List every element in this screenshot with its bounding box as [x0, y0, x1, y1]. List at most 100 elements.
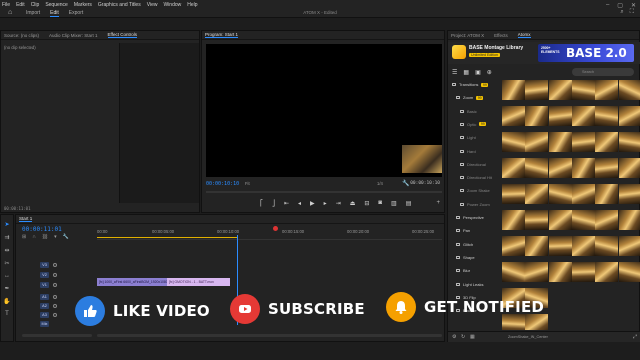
- menu-view[interactable]: View: [147, 2, 158, 8]
- tab-project[interactable]: Project: ATOM X: [451, 33, 484, 38]
- transition-thumbnail[interactable]: [571, 132, 595, 152]
- track-label[interactable]: V2: [40, 272, 49, 278]
- transition-thumbnail[interactable]: [618, 184, 640, 204]
- transition-thumbnail[interactable]: [502, 80, 525, 100]
- transition-thumbnail[interactable]: [595, 262, 619, 282]
- category-item[interactable]: Light Leaks: [456, 282, 483, 287]
- fit-select[interactable]: Fit: [245, 181, 250, 186]
- track-label[interactable]: A1: [40, 294, 49, 300]
- marker-icon[interactable]: ▾: [54, 234, 57, 240]
- menu-graphics[interactable]: Graphics and Titles: [98, 2, 141, 8]
- track-label[interactable]: A3: [40, 312, 49, 318]
- transition-thumbnail[interactable]: [595, 80, 619, 100]
- plugin-search-input[interactable]: Search: [572, 68, 634, 76]
- transition-thumbnail[interactable]: [618, 132, 640, 152]
- mark-in-icon[interactable]: ⎡: [260, 200, 263, 207]
- sequence-tab[interactable]: Start 1: [19, 216, 33, 222]
- track-label[interactable]: V1: [40, 282, 49, 288]
- mark-out-icon[interactable]: ⎦: [272, 200, 275, 207]
- bookmark-icon[interactable]: ▣: [475, 69, 481, 76]
- transition-thumbnail[interactable]: [525, 262, 549, 282]
- hand-tool-icon[interactable]: ✋: [3, 298, 10, 305]
- grid-toggle-icon[interactable]: ▦: [470, 334, 475, 340]
- transition-thumbnail[interactable]: [595, 106, 619, 126]
- category-item[interactable]: Shape: [456, 255, 475, 260]
- transition-thumbnail[interactable]: [571, 262, 595, 282]
- go-to-in-icon[interactable]: ⇤: [284, 200, 289, 207]
- category-item[interactable]: Optic 99: [460, 122, 487, 127]
- transition-thumbnail[interactable]: [548, 80, 572, 100]
- transition-thumbnail[interactable]: [571, 236, 595, 256]
- marker-dot[interactable]: [273, 226, 278, 231]
- clip-v2[interactable]: [fx] GMOTION - 1 - BATT.mov: [167, 278, 230, 286]
- pen-tool-icon[interactable]: ✒: [4, 285, 9, 292]
- category-item[interactable]: Directional: [460, 162, 486, 167]
- lift-icon[interactable]: ⏏: [350, 200, 356, 207]
- transition-thumbnail[interactable]: [548, 210, 572, 230]
- category-item[interactable]: Directional Hit: [460, 175, 492, 180]
- overlay-icon[interactable]: ▤: [406, 200, 412, 207]
- transition-thumbnail[interactable]: [502, 184, 525, 204]
- tab-source[interactable]: Source: (no clips): [4, 33, 39, 38]
- category-item[interactable]: Power Zoom: [460, 202, 490, 207]
- transition-thumbnail[interactable]: [548, 132, 572, 152]
- category-item[interactable]: Pan: [456, 228, 470, 233]
- transition-thumbnail[interactable]: [548, 106, 572, 126]
- selection-tool-icon[interactable]: ➤: [4, 221, 9, 228]
- quality-select[interactable]: 1/4: [377, 181, 383, 186]
- expand-icon[interactable]: ⤢: [633, 334, 637, 340]
- transition-thumbnail[interactable]: [595, 236, 619, 256]
- work-area-bar[interactable]: [97, 237, 237, 238]
- transition-thumbnail[interactable]: [618, 210, 640, 230]
- transition-thumbnail[interactable]: [548, 236, 572, 256]
- minimize-icon[interactable]: –: [606, 2, 609, 9]
- transition-thumbnail[interactable]: [618, 106, 640, 126]
- type-tool-icon[interactable]: T: [5, 311, 9, 317]
- track-zoom-bar[interactable]: [22, 334, 92, 337]
- fullscreen-icon[interactable]: ⛶: [630, 9, 634, 16]
- transition-thumbnail[interactable]: [502, 210, 525, 230]
- menu-edit[interactable]: Edit: [16, 2, 25, 8]
- track-label[interactable]: A2: [40, 303, 49, 309]
- menu-markers[interactable]: Markers: [74, 2, 92, 8]
- transition-thumbnail[interactable]: [525, 158, 549, 178]
- category-item[interactable]: Hard: [460, 149, 476, 154]
- snap-icon[interactable]: ∩: [32, 234, 36, 240]
- menu-help[interactable]: Help: [187, 2, 197, 8]
- category-item[interactable]: Zoom Shake: [460, 188, 490, 193]
- eye-icon[interactable]: [53, 283, 57, 287]
- tab-effect-controls[interactable]: Effect Controls: [107, 32, 137, 38]
- settings-icon[interactable]: 🔧: [63, 234, 69, 240]
- clip-v1[interactable]: [fx] 1000_aFirst 6600_aFirstBGM_1920x108…: [97, 278, 167, 286]
- slip-tool-icon[interactable]: ↔: [4, 273, 10, 279]
- transition-thumbnail[interactable]: [618, 236, 640, 256]
- transition-thumbnail[interactable]: [571, 210, 595, 230]
- nest-icon[interactable]: ⊞: [22, 234, 26, 240]
- transition-thumbnail[interactable]: [525, 236, 549, 256]
- transition-thumbnail[interactable]: [595, 132, 619, 152]
- step-back-icon[interactable]: ◂: [298, 200, 301, 207]
- razor-tool-icon[interactable]: ✂: [4, 260, 9, 267]
- track-select-icon[interactable]: ⇉: [4, 234, 9, 241]
- transition-thumbnail[interactable]: [502, 262, 525, 282]
- transition-thumbnail[interactable]: [571, 158, 595, 178]
- mic-icon[interactable]: [53, 313, 57, 317]
- ripple-edit-icon[interactable]: ⇹: [4, 247, 9, 254]
- transition-thumbnail[interactable]: [525, 184, 549, 204]
- transition-thumbnail[interactable]: [502, 158, 525, 178]
- transition-thumbnail[interactable]: [502, 236, 525, 256]
- mic-icon[interactable]: [53, 304, 57, 308]
- refresh-icon[interactable]: ↻: [461, 334, 465, 340]
- wrench-icon[interactable]: 🔧: [402, 180, 409, 187]
- transition-thumbnail[interactable]: [618, 80, 640, 100]
- play-icon[interactable]: ▶: [310, 200, 315, 207]
- track-label[interactable]: V3: [40, 262, 49, 268]
- go-to-out-icon[interactable]: ⇥: [336, 200, 341, 207]
- extract-icon[interactable]: ⊟: [364, 200, 369, 207]
- settings-gear-icon[interactable]: ⚙: [452, 334, 456, 340]
- tab-effects[interactable]: Effects: [494, 33, 508, 38]
- maximize-icon[interactable]: ▢: [617, 2, 623, 9]
- transition-thumbnail[interactable]: [502, 106, 525, 126]
- program-scrubber[interactable]: [206, 191, 442, 193]
- category-item[interactable]: Light: [460, 135, 476, 140]
